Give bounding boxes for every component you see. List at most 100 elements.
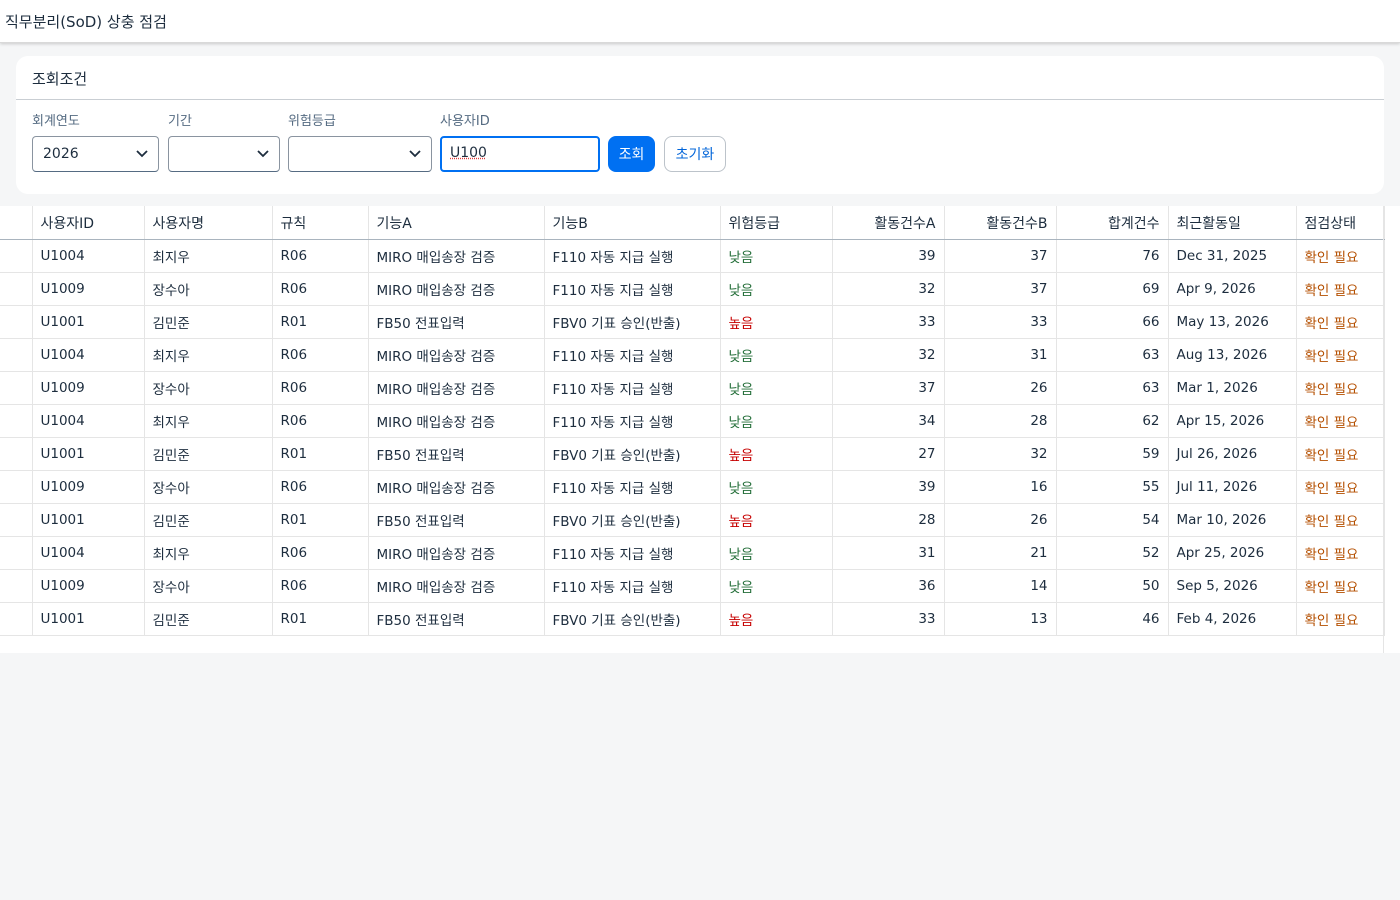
cell-user-name: 최지우	[144, 338, 273, 372]
row-selection-cell[interactable]	[0, 272, 33, 306]
row-selection-cell[interactable]	[0, 371, 33, 405]
row-selection-cell[interactable]	[0, 305, 33, 339]
cell-function-b: F110 자동 지급 실행	[544, 569, 721, 603]
header-function-b[interactable]: 기능B	[544, 206, 721, 240]
table-row[interactable]: U1004 최지우 R06 MIRO 매입송장 검증 F110 자동 지급 실행 낮음 32…	[0, 338, 1385, 372]
header-user-id[interactable]: 사용자ID	[32, 206, 145, 240]
cell-risk-level: 낮음	[720, 536, 833, 570]
cell-function-b: F110 자동 지급 실행	[544, 338, 721, 372]
row-selection-cell[interactable]	[0, 536, 33, 570]
cell-activity-count-b: 31	[944, 338, 1057, 372]
cell-user-name: 최지우	[144, 536, 273, 570]
cell-function-a: FB50 전표입력	[368, 305, 545, 339]
header-total-count[interactable]: 합계건수	[1056, 206, 1169, 240]
table-row[interactable]: U1001 김민준 R01 FB50 전표입력 FBV0 기표 승인(반출) 높음 27 32…	[0, 437, 1385, 471]
header-rule[interactable]: 규칙	[272, 206, 369, 240]
cell-rule: R01	[272, 602, 369, 636]
table-row[interactable]: U1004 최지우 R06 MIRO 매입송장 검증 F110 자동 지급 실행 낮음 31…	[0, 536, 1385, 570]
cell-function-a: MIRO 매입송장 검증	[368, 470, 545, 504]
cell-rule: R06	[272, 569, 369, 603]
cell-last-activity-date: Feb 4, 2026	[1168, 602, 1297, 636]
user-id-input[interactable]	[450, 145, 590, 161]
cell-user-id: U1001	[32, 602, 145, 636]
row-selection-cell[interactable]	[0, 470, 33, 504]
cell-activity-count-a: 33	[832, 305, 945, 339]
fiscal-year-select[interactable]: 2026	[32, 136, 159, 172]
cell-function-b: F110 자동 지급 실행	[544, 470, 721, 504]
row-selection-cell[interactable]	[0, 404, 33, 438]
header-activity-count-b[interactable]: 활동건수B	[944, 206, 1057, 240]
cell-function-a: FB50 전표입력	[368, 602, 545, 636]
period-select[interactable]	[168, 136, 280, 172]
cell-activity-count-b: 32	[944, 437, 1057, 471]
cell-activity-count-a: 32	[832, 272, 945, 306]
selection-column-header	[0, 206, 33, 240]
fiscal-year-label: 회계연도	[32, 114, 80, 129]
user-id-field[interactable]	[440, 136, 600, 172]
cell-user-id: U1004	[32, 239, 145, 273]
filter-panel-title: 조회조건	[32, 70, 88, 88]
table-row[interactable]: U1001 김민준 R01 FB50 전표입력 FBV0 기표 승인(반출) 높음 28 26…	[0, 503, 1385, 537]
fiscal-year-value: 2026	[43, 146, 79, 162]
cell-check-status: 확인 필요	[1296, 503, 1385, 537]
table-row[interactable]: U1001 김민준 R01 FB50 전표입력 FBV0 기표 승인(반출) 높음 33 13…	[0, 602, 1385, 636]
cell-rule: R01	[272, 305, 369, 339]
risk-level-select[interactable]	[288, 136, 432, 172]
cell-activity-count-b: 16	[944, 470, 1057, 504]
results-table: 사용자ID 사용자명 규칙 기능A 기능B 위험등급 활동건수A 활동건수B 합계건수 최근활동일…	[0, 206, 1385, 636]
row-selection-cell[interactable]	[0, 569, 33, 603]
cell-total-count: 62	[1056, 404, 1169, 438]
cell-total-count: 76	[1056, 239, 1169, 273]
cell-user-name: 김민준	[144, 437, 273, 471]
cell-activity-count-a: 31	[832, 536, 945, 570]
reset-button[interactable]: 초기화	[664, 136, 726, 172]
header-user-name[interactable]: 사용자명	[144, 206, 273, 240]
cell-user-name: 장수아	[144, 272, 273, 306]
cell-function-a: MIRO 매입송장 검증	[368, 404, 545, 438]
cell-rule: R01	[272, 437, 369, 471]
header-last-activity-date[interactable]: 최근활동일	[1168, 206, 1297, 240]
header-check-status[interactable]: 점검상태	[1296, 206, 1385, 240]
chevron-down-icon	[136, 150, 148, 158]
cell-last-activity-date: Apr 25, 2026	[1168, 536, 1297, 570]
app-header: 직무분리(SoD) 상충 점검	[0, 0, 1400, 43]
cell-user-id: U1004	[32, 338, 145, 372]
cell-last-activity-date: Jul 26, 2026	[1168, 437, 1297, 471]
cell-total-count: 66	[1056, 305, 1169, 339]
header-risk-level[interactable]: 위험등급	[720, 206, 833, 240]
row-selection-cell[interactable]	[0, 338, 33, 372]
cell-check-status: 확인 필요	[1296, 569, 1385, 603]
cell-total-count: 54	[1056, 503, 1169, 537]
cell-user-id: U1001	[32, 503, 145, 537]
cell-last-activity-date: Dec 31, 2025	[1168, 239, 1297, 273]
cell-rule: R06	[272, 536, 369, 570]
cell-activity-count-a: 34	[832, 404, 945, 438]
cell-function-b: F110 자동 지급 실행	[544, 371, 721, 405]
cell-total-count: 46	[1056, 602, 1169, 636]
cell-total-count: 63	[1056, 371, 1169, 405]
table-row[interactable]: U1001 김민준 R01 FB50 전표입력 FBV0 기표 승인(반출) 높음 33 33…	[0, 305, 1385, 339]
table-row[interactable]: U1009 장수아 R06 MIRO 매입송장 검증 F110 자동 지급 실행 낮음 39…	[0, 470, 1385, 504]
cell-activity-count-a: 36	[832, 569, 945, 603]
cell-function-b: FBV0 기표 승인(반출)	[544, 602, 721, 636]
chevron-down-icon	[409, 150, 421, 158]
table-row[interactable]: U1009 장수아 R06 MIRO 매입송장 검증 F110 자동 지급 실행 낮음 32…	[0, 272, 1385, 306]
header-activity-count-a[interactable]: 활동건수A	[832, 206, 945, 240]
cell-check-status: 확인 필요	[1296, 305, 1385, 339]
row-selection-cell[interactable]	[0, 602, 33, 636]
table-row[interactable]: U1004 최지우 R06 MIRO 매입송장 검증 F110 자동 지급 실행 낮음 34…	[0, 404, 1385, 438]
cell-risk-level: 낮음	[720, 338, 833, 372]
search-button[interactable]: 조회	[608, 136, 655, 172]
row-selection-cell[interactable]	[0, 437, 33, 471]
cell-rule: R06	[272, 272, 369, 306]
cell-check-status: 확인 필요	[1296, 338, 1385, 372]
row-selection-cell[interactable]	[0, 239, 33, 273]
table-row[interactable]: U1009 장수아 R06 MIRO 매입송장 검증 F110 자동 지급 실행 낮음 37…	[0, 371, 1385, 405]
table-row[interactable]: U1004 최지우 R06 MIRO 매입송장 검증 F110 자동 지급 실행 낮음 39…	[0, 239, 1385, 273]
header-function-a[interactable]: 기능A	[368, 206, 545, 240]
row-selection-cell[interactable]	[0, 503, 33, 537]
page-title: 직무분리(SoD) 상충 점검	[5, 13, 167, 31]
cell-function-b: F110 자동 지급 실행	[544, 272, 721, 306]
cell-rule: R06	[272, 338, 369, 372]
table-row[interactable]: U1009 장수아 R06 MIRO 매입송장 검증 F110 자동 지급 실행 낮음 36…	[0, 569, 1385, 603]
